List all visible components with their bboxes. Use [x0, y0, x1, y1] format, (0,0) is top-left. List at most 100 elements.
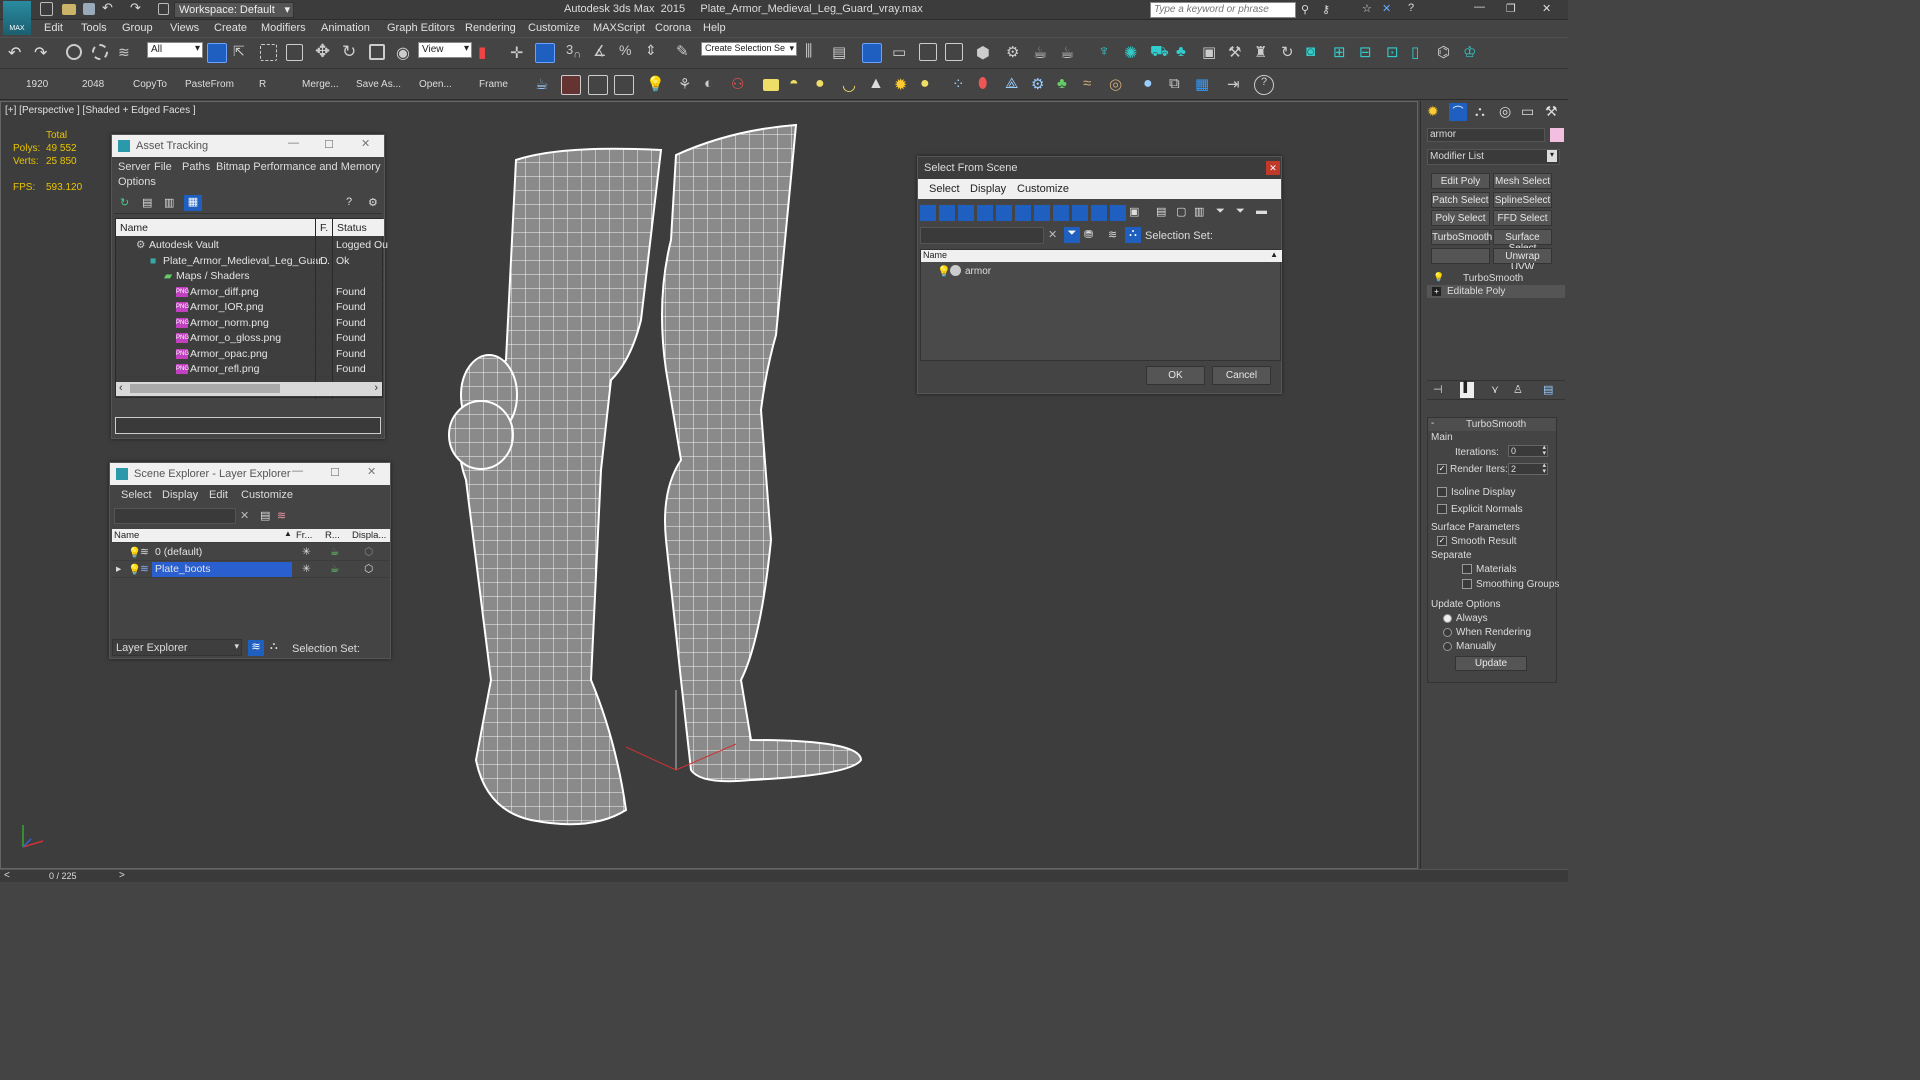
named-selection-set-dropdown[interactable]: Create Selection Se ▾ — [701, 42, 797, 56]
unlink-icon[interactable] — [92, 44, 108, 60]
bowl-icon[interactable]: ◡ — [842, 75, 862, 95]
mesh-select-button[interactable]: Mesh Select — [1493, 173, 1552, 189]
display-spacewarps-icon[interactable] — [1015, 205, 1031, 221]
render-setup-icon[interactable]: ⚙ — [1006, 43, 1026, 63]
corona-proxy-icon[interactable]: ♣ — [1176, 43, 1196, 63]
sun-light-icon[interactable]: ✹ — [894, 75, 914, 95]
surface-select-button[interactable]: Surface Select — [1493, 229, 1552, 254]
unwrap-uvw-button[interactable]: Unwrap UVW — [1493, 248, 1552, 273]
frame-button[interactable]: Frame — [479, 79, 508, 90]
cone-icon[interactable]: ▲ — [868, 75, 888, 95]
menu-rendering[interactable]: Rendering — [465, 22, 516, 34]
display-frozen-icon[interactable] — [1110, 205, 1126, 221]
corona-info-icon[interactable]: ♔ — [1463, 43, 1483, 63]
display-tab-icon[interactable]: ▭ — [1521, 103, 1534, 120]
explicit-normals-checkbox[interactable] — [1437, 504, 1447, 514]
menu-animation[interactable]: Animation — [321, 22, 370, 34]
col-render[interactable]: R... — [325, 530, 340, 541]
clear-search-icon[interactable]: ✕ — [240, 509, 249, 522]
search-input[interactable]: Type a keyword or phrase — [1150, 2, 1296, 18]
curve-editor-icon[interactable] — [919, 43, 937, 61]
menu-group[interactable]: Group — [122, 22, 153, 34]
filter-icon[interactable]: ⏷ — [1216, 205, 1225, 218]
redo-icon[interactable]: ↷ — [130, 0, 146, 16]
chevron-left-icon[interactable]: < — [4, 870, 10, 881]
hierarchy-icon[interactable]: ⛬ — [1125, 227, 1141, 243]
help-icon[interactable]: ? — [346, 196, 352, 208]
menu-tools[interactable]: Tools — [81, 22, 107, 34]
display-helpers-icon[interactable] — [996, 205, 1012, 221]
corona-sphere-icon[interactable]: ◙ — [1306, 43, 1326, 63]
object-name-field[interactable]: armor — [1427, 128, 1545, 142]
hierarchy-tab-icon[interactable]: ⛬ — [1475, 103, 1485, 120]
exchange-icon[interactable]: ✕ — [1382, 2, 1391, 15]
scene-explorer-titlebar[interactable]: Scene Explorer - Layer Explorer — ☐ ✕ — [110, 463, 390, 485]
close-icon[interactable]: ✕ — [1542, 2, 1551, 15]
max-logo-icon[interactable]: MAX — [3, 1, 31, 35]
object-color-swatch[interactable] — [1550, 128, 1564, 142]
menu-customize[interactable]: Customize — [528, 22, 580, 34]
network-icon[interactable]: ⧉ — [1169, 75, 1189, 95]
schematic-view-icon[interactable] — [945, 43, 963, 61]
freeze-icon[interactable]: ✳ — [302, 563, 311, 575]
menu-maxscript[interactable]: MAXScript — [593, 22, 645, 34]
pivot-icon[interactable]: ▮ — [478, 43, 498, 63]
mirror-icon[interactable]: ⫼ — [805, 43, 825, 63]
display-invert-icon[interactable]: ▥ — [1194, 205, 1204, 218]
corona-scatter-icon[interactable]: ⊡ — [1386, 43, 1406, 63]
make-unique-icon[interactable]: ⋎ — [1491, 383, 1499, 396]
undo-icon[interactable]: ↶ — [8, 43, 28, 63]
hierarchy-mode-icon[interactable]: ⛬ — [270, 640, 278, 653]
r-button[interactable]: R — [259, 79, 266, 90]
reference-coordinate-dropdown[interactable]: View ▾ — [418, 42, 472, 58]
col-name[interactable]: Name — [114, 530, 139, 541]
menu-help[interactable]: Help — [703, 22, 726, 34]
detail-view-icon[interactable]: ▥ — [164, 196, 174, 209]
col-name[interactable]: Name — [923, 250, 947, 260]
menu-customize[interactable]: Customize — [241, 489, 293, 501]
display-lights-icon[interactable] — [958, 205, 974, 221]
rollout-header[interactable]: - TurboSmooth — [1428, 418, 1556, 431]
pyramid-icon[interactable]: ⟁ — [1005, 75, 1025, 95]
sun-icon[interactable]: ✺ — [1124, 43, 1144, 63]
help-icon[interactable]: ? — [1254, 75, 1274, 95]
display-box-icon[interactable]: ⬡ — [364, 563, 373, 575]
patch-select-button[interactable]: Patch Select — [1431, 192, 1490, 208]
render-teapot-icon[interactable]: ☕ — [330, 546, 339, 558]
hold-icon[interactable] — [158, 3, 169, 15]
col-freeze[interactable]: Fr... — [296, 530, 312, 541]
key-icon[interactable]: ⚷ — [1322, 3, 1330, 16]
res-1920-button[interactable]: 1920 — [26, 79, 48, 90]
display-cameras-icon[interactable] — [977, 205, 993, 221]
table-row[interactable]: ▰ Maps / Shaders — [116, 269, 384, 284]
export-icon[interactable]: ⇥ — [1227, 75, 1247, 95]
asset-tracking-titlebar[interactable]: Asset Tracking — ☐ ✕ — [112, 135, 384, 157]
ffd-select-button[interactable]: FFD Select — [1493, 210, 1552, 226]
menu-display[interactable]: Display — [970, 183, 1006, 195]
percent-snap-icon[interactable]: % — [619, 42, 639, 62]
open-button[interactable]: Open... — [419, 79, 452, 90]
select-children-icon[interactable]: ⏷ — [1064, 227, 1080, 243]
layers-icon[interactable]: ≋ — [1108, 228, 1117, 241]
col-name[interactable]: Name — [120, 222, 148, 234]
table-row[interactable]: PNG Armor_refl.png Found — [116, 362, 384, 377]
empty-modifier-button[interactable] — [1431, 248, 1490, 264]
corona-vfb-icon[interactable]: ▣ — [1202, 43, 1222, 63]
render-teapot-icon[interactable]: ☕ — [330, 563, 339, 575]
list-view-icon[interactable]: ▤ — [142, 196, 152, 209]
select-object-icon[interactable] — [207, 43, 227, 63]
table-row[interactable]: ■ Plate_Armor_Medieval_Leg_Guar... D Ok — [116, 254, 384, 269]
spinner-arrows-icon[interactable]: ▴ ▾ — [1542, 444, 1546, 457]
place-icon[interactable]: ◉ — [396, 43, 416, 63]
layer-row[interactable]: 💡 ≋ 0 (default) ✳ ☕ ⬡ — [112, 545, 390, 561]
render-frame-icon[interactable] — [561, 75, 581, 95]
new-file-icon[interactable] — [40, 2, 53, 16]
render-production-icon[interactable]: ☕ — [1060, 43, 1080, 63]
res-2048-button[interactable]: 2048 — [82, 79, 104, 90]
edit-named-selection-icon[interactable]: ✎ — [676, 42, 696, 62]
display-bones-icon[interactable] — [1072, 205, 1088, 221]
table-row[interactable]: PNG Armor_norm.png Found — [116, 316, 384, 331]
table-row[interactable]: PNG Armor_o_gloss.png Found — [116, 331, 384, 346]
chevron-left-icon[interactable]: ‹ — [119, 382, 123, 394]
spinner-arrows-icon[interactable]: ▴ ▾ — [1542, 462, 1546, 475]
